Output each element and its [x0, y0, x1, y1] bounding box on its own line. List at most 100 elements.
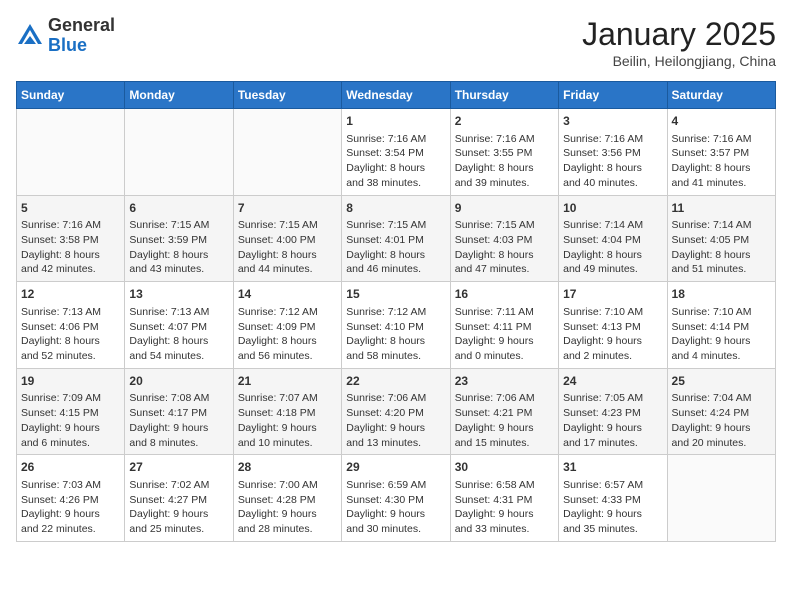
calendar-week-row: 12 Sunrise: 7:13 AM Sunset: 4:06 PM Dayli… [17, 282, 776, 369]
day-number: 29 [346, 459, 445, 476]
logo: General Blue [16, 16, 115, 56]
day-number: 8 [346, 200, 445, 217]
day-info: Sunrise: 7:15 AM Sunset: 4:00 PM Dayligh… [238, 218, 337, 277]
day-info: Sunrise: 7:12 AM Sunset: 4:09 PM Dayligh… [238, 305, 337, 364]
day-info: Sunrise: 7:16 AM Sunset: 3:54 PM Dayligh… [346, 132, 445, 191]
calendar-cell: 12 Sunrise: 7:13 AM Sunset: 4:06 PM Dayli… [17, 282, 125, 369]
calendar-cell: 15 Sunrise: 7:12 AM Sunset: 4:10 PM Dayli… [342, 282, 450, 369]
day-number: 23 [455, 373, 554, 390]
calendar-cell: 27 Sunrise: 7:02 AM Sunset: 4:27 PM Dayli… [125, 455, 233, 542]
day-number: 28 [238, 459, 337, 476]
calendar-cell: 14 Sunrise: 7:12 AM Sunset: 4:09 PM Dayli… [233, 282, 341, 369]
day-number: 25 [672, 373, 771, 390]
day-info: Sunrise: 6:58 AM Sunset: 4:31 PM Dayligh… [455, 478, 554, 537]
calendar-cell: 22Sunrise: 7:06 AM Sunset: 4:20 PM Dayli… [342, 368, 450, 455]
calendar-cell: 1 Sunrise: 7:16 AM Sunset: 3:54 PM Daylig… [342, 109, 450, 196]
calendar-table: SundayMondayTuesdayWednesdayThursdayFrid… [16, 81, 776, 542]
calendar-cell: 5Sunrise: 7:16 AM Sunset: 3:58 PM Daylig… [17, 195, 125, 282]
calendar-subtitle: Beilin, Heilongjiang, China [582, 53, 776, 69]
day-number: 6 [129, 200, 228, 217]
logo-text: General Blue [48, 16, 115, 56]
day-number: 19 [21, 373, 120, 390]
day-number: 26 [21, 459, 120, 476]
day-info: Sunrise: 7:16 AM Sunset: 3:55 PM Dayligh… [455, 132, 554, 191]
calendar-cell: 21Sunrise: 7:07 AM Sunset: 4:18 PM Dayli… [233, 368, 341, 455]
day-info: Sunrise: 7:06 AM Sunset: 4:20 PM Dayligh… [346, 391, 445, 450]
calendar-cell: 20Sunrise: 7:08 AM Sunset: 4:17 PM Dayli… [125, 368, 233, 455]
calendar-cell: 28Sunrise: 7:00 AM Sunset: 4:28 PM Dayli… [233, 455, 341, 542]
day-number: 3 [563, 113, 662, 130]
day-number: 17 [563, 286, 662, 303]
day-info: Sunrise: 7:07 AM Sunset: 4:18 PM Dayligh… [238, 391, 337, 450]
calendar-body: 1 Sunrise: 7:16 AM Sunset: 3:54 PM Daylig… [17, 109, 776, 542]
day-info: Sunrise: 7:16 AM Sunset: 3:56 PM Dayligh… [563, 132, 662, 191]
day-info: Sunrise: 7:14 AM Sunset: 4:05 PM Dayligh… [672, 218, 771, 277]
calendar-title: January 2025 [582, 16, 776, 53]
day-number: 7 [238, 200, 337, 217]
day-of-week-header: Wednesday [342, 82, 450, 109]
logo-icon [16, 22, 44, 50]
calendar-cell: 26Sunrise: 7:03 AM Sunset: 4:26 PM Dayli… [17, 455, 125, 542]
calendar-week-row: 26Sunrise: 7:03 AM Sunset: 4:26 PM Dayli… [17, 455, 776, 542]
calendar-cell: 10Sunrise: 7:14 AM Sunset: 4:04 PM Dayli… [559, 195, 667, 282]
day-info: Sunrise: 7:10 AM Sunset: 4:13 PM Dayligh… [563, 305, 662, 364]
calendar-cell: 8Sunrise: 7:15 AM Sunset: 4:01 PM Daylig… [342, 195, 450, 282]
day-info: Sunrise: 7:15 AM Sunset: 3:59 PM Dayligh… [129, 218, 228, 277]
day-info: Sunrise: 7:13 AM Sunset: 4:06 PM Dayligh… [21, 305, 120, 364]
day-of-week-header: Thursday [450, 82, 558, 109]
day-info: Sunrise: 7:16 AM Sunset: 3:57 PM Dayligh… [672, 132, 771, 191]
calendar-cell: 16 Sunrise: 7:11 AM Sunset: 4:11 PM Dayli… [450, 282, 558, 369]
day-info: Sunrise: 7:16 AM Sunset: 3:58 PM Dayligh… [21, 218, 120, 277]
calendar-cell: 11Sunrise: 7:14 AM Sunset: 4:05 PM Dayli… [667, 195, 775, 282]
day-of-week-header: Monday [125, 82, 233, 109]
day-number: 13 [129, 286, 228, 303]
calendar-cell: 25Sunrise: 7:04 AM Sunset: 4:24 PM Dayli… [667, 368, 775, 455]
day-of-week-header: Saturday [667, 82, 775, 109]
day-info: Sunrise: 7:02 AM Sunset: 4:27 PM Dayligh… [129, 478, 228, 537]
day-number: 20 [129, 373, 228, 390]
day-number: 1 [346, 113, 445, 130]
day-number: 4 [672, 113, 771, 130]
day-number: 2 [455, 113, 554, 130]
day-number: 31 [563, 459, 662, 476]
day-number: 27 [129, 459, 228, 476]
calendar-cell [233, 109, 341, 196]
day-number: 11 [672, 200, 771, 217]
calendar-week-row: 5Sunrise: 7:16 AM Sunset: 3:58 PM Daylig… [17, 195, 776, 282]
day-number: 12 [21, 286, 120, 303]
day-info: Sunrise: 7:15 AM Sunset: 4:01 PM Dayligh… [346, 218, 445, 277]
calendar-cell: 30 Sunrise: 6:58 AM Sunset: 4:31 PM Dayli… [450, 455, 558, 542]
day-info: Sunrise: 7:12 AM Sunset: 4:10 PM Dayligh… [346, 305, 445, 364]
calendar-cell: 4 Sunrise: 7:16 AM Sunset: 3:57 PM Daylig… [667, 109, 775, 196]
day-info: Sunrise: 7:08 AM Sunset: 4:17 PM Dayligh… [129, 391, 228, 450]
calendar-cell: 6Sunrise: 7:15 AM Sunset: 3:59 PM Daylig… [125, 195, 233, 282]
calendar-week-row: 19Sunrise: 7:09 AM Sunset: 4:15 PM Dayli… [17, 368, 776, 455]
calendar-cell: 18Sunrise: 7:10 AM Sunset: 4:14 PM Dayli… [667, 282, 775, 369]
day-info: Sunrise: 7:15 AM Sunset: 4:03 PM Dayligh… [455, 218, 554, 277]
calendar-week-row: 1 Sunrise: 7:16 AM Sunset: 3:54 PM Daylig… [17, 109, 776, 196]
day-of-week-header: Sunday [17, 82, 125, 109]
day-of-week-header: Friday [559, 82, 667, 109]
day-number: 5 [21, 200, 120, 217]
day-number: 10 [563, 200, 662, 217]
title-block: January 2025 Beilin, Heilongjiang, China [582, 16, 776, 69]
day-number: 22 [346, 373, 445, 390]
day-number: 30 [455, 459, 554, 476]
calendar-cell [125, 109, 233, 196]
day-info: Sunrise: 7:14 AM Sunset: 4:04 PM Dayligh… [563, 218, 662, 277]
calendar-header: SundayMondayTuesdayWednesdayThursdayFrid… [17, 82, 776, 109]
day-number: 15 [346, 286, 445, 303]
day-number: 14 [238, 286, 337, 303]
day-info: Sunrise: 7:11 AM Sunset: 4:11 PM Dayligh… [455, 305, 554, 364]
days-of-week-row: SundayMondayTuesdayWednesdayThursdayFrid… [17, 82, 776, 109]
day-info: Sunrise: 7:13 AM Sunset: 4:07 PM Dayligh… [129, 305, 228, 364]
calendar-cell: 23Sunrise: 7:06 AM Sunset: 4:21 PM Dayli… [450, 368, 558, 455]
calendar-cell: 19Sunrise: 7:09 AM Sunset: 4:15 PM Dayli… [17, 368, 125, 455]
calendar-cell: 13 Sunrise: 7:13 AM Sunset: 4:07 PM Dayli… [125, 282, 233, 369]
day-info: Sunrise: 7:09 AM Sunset: 4:15 PM Dayligh… [21, 391, 120, 450]
day-info: Sunrise: 7:06 AM Sunset: 4:21 PM Dayligh… [455, 391, 554, 450]
day-info: Sunrise: 6:59 AM Sunset: 4:30 PM Dayligh… [346, 478, 445, 537]
day-number: 18 [672, 286, 771, 303]
calendar-cell: 24Sunrise: 7:05 AM Sunset: 4:23 PM Dayli… [559, 368, 667, 455]
day-number: 16 [455, 286, 554, 303]
